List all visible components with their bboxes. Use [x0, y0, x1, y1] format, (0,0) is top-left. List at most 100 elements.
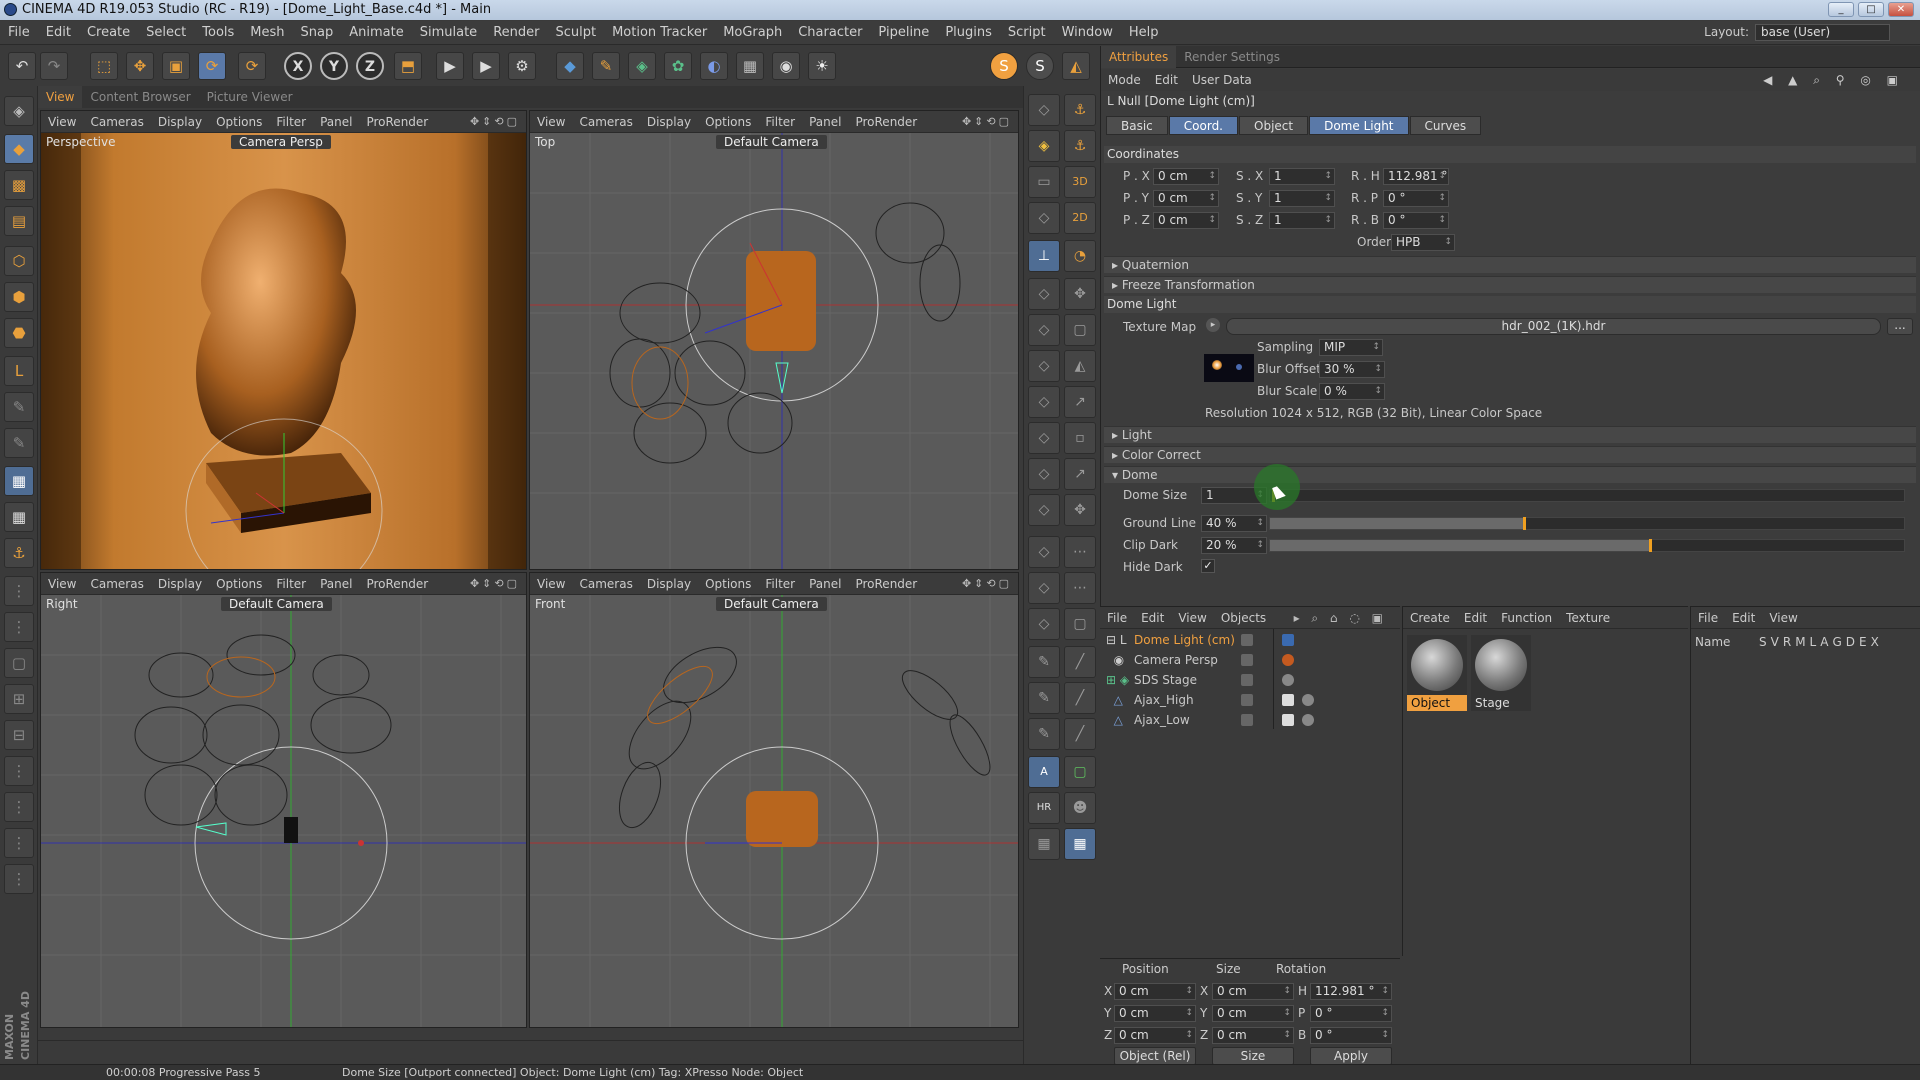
text-a-icon[interactable]: A [1028, 756, 1060, 788]
material-object[interactable]: Object [1407, 635, 1467, 711]
layer-col-s[interactable]: S [1759, 635, 1767, 649]
vp-menu-cameras[interactable]: Cameras [83, 573, 150, 595]
obj-menu-objects[interactable]: Objects [1214, 607, 1273, 629]
viewport-perspective[interactable]: View Cameras Display Options Filter Panel ProR… [40, 110, 527, 570]
sculpt-brush-icon[interactable]: ✎ [4, 428, 34, 458]
texture-arrow-icon[interactable]: ▸ [1206, 318, 1220, 332]
tab-attributes[interactable]: Attributes [1101, 46, 1177, 68]
menu-snap[interactable]: Snap [293, 21, 342, 45]
texture-browse-button[interactable]: ... [1887, 318, 1913, 335]
tool-icon-b[interactable]: ⊟ [4, 720, 34, 750]
cube-i-icon[interactable]: ◇ [1028, 572, 1060, 604]
coord-pos-x-field[interactable]: 0 cm [1114, 983, 1196, 1000]
mat-menu-function[interactable]: Function [1494, 607, 1559, 629]
tool-l-icon[interactable]: ▢ [1064, 608, 1096, 640]
cube-g-icon[interactable]: ◇ [1028, 494, 1060, 526]
menu-tools[interactable]: Tools [194, 21, 242, 45]
mat-menu-create[interactable]: Create [1403, 607, 1457, 629]
cube-j-icon[interactable]: ◇ [1028, 608, 1060, 640]
pen-icon[interactable]: ✎ [592, 52, 620, 80]
paint-icon[interactable]: ▭ [1028, 166, 1060, 198]
workplane-mode-icon[interactable]: ▤ [4, 206, 34, 236]
layer-col-g[interactable]: G [1832, 635, 1841, 649]
ground-line-field[interactable]: 40 % [1201, 515, 1267, 532]
grid-icon-2[interactable]: ⋮ [4, 612, 34, 642]
recent-tool-icon[interactable]: ⟳ [238, 52, 266, 80]
coord-size-x-field[interactable]: 0 cm [1212, 983, 1294, 1000]
quaternion-group[interactable]: ▸ Quaternion [1104, 256, 1916, 273]
attr-nav-icons[interactable]: ◀ ▲ ⌕ ⚲ ◎ ▣ [1756, 69, 1911, 91]
layer-col-v[interactable]: V [1771, 635, 1779, 649]
sketch-d-icon[interactable]: ╱ [1064, 682, 1096, 714]
vp-menu-options[interactable]: Options [209, 573, 269, 595]
xpresso-tag-icon[interactable] [1282, 634, 1294, 646]
cube-icon[interactable]: ◆ [556, 52, 584, 80]
menu-simulate[interactable]: Simulate [412, 21, 485, 45]
tool-j-icon[interactable]: ⋯ [1064, 536, 1096, 568]
viewport-camera[interactable]: Default Camera [716, 597, 827, 611]
tool-icon-e[interactable]: ⋮ [4, 828, 34, 858]
coordinate-system-icon[interactable]: ⬒ [394, 52, 422, 80]
vp-menu-panel[interactable]: Panel [313, 111, 359, 133]
object-row-ajax-high[interactable]: △ Ajax_High [1106, 691, 1396, 710]
vp-menu-cameras[interactable]: Cameras [572, 573, 639, 595]
visibility-icon[interactable] [1241, 654, 1253, 666]
coord-pos-z-field[interactable]: 0 cm [1114, 1027, 1196, 1044]
locked-workplane-icon[interactable]: ▦ [4, 502, 34, 532]
dome-size-slider[interactable] [1269, 489, 1905, 502]
mat-menu-texture[interactable]: Texture [1559, 607, 1617, 629]
vp-menu-prorender[interactable]: ProRender [848, 573, 924, 595]
layer-col-r[interactable]: R [1783, 635, 1791, 649]
undo-icon[interactable]: ↶ [8, 52, 36, 80]
vp-menu-panel[interactable]: Panel [802, 111, 848, 133]
menu-script[interactable]: Script [1000, 21, 1054, 45]
clip-dark-slider[interactable] [1269, 539, 1905, 552]
material-tag-icon[interactable] [1282, 674, 1294, 686]
view-icon[interactable]: ◇ [1028, 202, 1060, 234]
layout-dropdown[interactable]: base (User) [1755, 24, 1890, 41]
hide-dark-checkbox[interactable]: ✓ [1201, 559, 1215, 573]
menu-character[interactable]: Character [790, 21, 870, 45]
x-axis-lock-icon[interactable]: X [284, 52, 312, 80]
heads-icon[interactable]: ☻ [1064, 792, 1096, 824]
3d-snap-icon[interactable]: 3D [1064, 166, 1096, 198]
obj-menu-edit[interactable]: Edit [1134, 607, 1171, 629]
vp-menu-display[interactable]: Display [151, 111, 209, 133]
vp-menu-prorender[interactable]: ProRender [359, 573, 435, 595]
object-row-ajax-low[interactable]: △ Ajax_Low [1106, 711, 1396, 730]
redo-icon[interactable]: ↷ [40, 52, 68, 80]
coord-mode-dropdown[interactable]: Object (Rel) [1114, 1047, 1196, 1065]
blur-offset-field[interactable]: 30 % [1319, 361, 1385, 378]
vp-menu-panel[interactable]: Panel [313, 573, 359, 595]
subdivision-icon[interactable]: ◈ [628, 52, 656, 80]
cube-h-icon[interactable]: ◇ [1028, 536, 1060, 568]
vp-menu-view[interactable]: View [530, 573, 572, 595]
material-cube-icon[interactable]: ◈ [1028, 130, 1060, 162]
visibility-icon[interactable] [1241, 714, 1253, 726]
object-row-dome-light[interactable]: ⊟ L Dome Light (cm) [1106, 631, 1396, 650]
visibility-icon[interactable] [1241, 674, 1253, 686]
attr-menu-edit[interactable]: Edit [1148, 69, 1185, 91]
polygons-mode-icon[interactable]: ⬣ [4, 318, 34, 348]
edges-mode-icon[interactable]: ⬢ [4, 282, 34, 312]
frame-icon[interactable]: ▢ [4, 648, 34, 678]
tab-content-browser[interactable]: Content Browser [82, 86, 198, 108]
sketch-e-icon[interactable]: ✎ [1028, 718, 1060, 750]
sketch-b-icon[interactable]: ╱ [1064, 646, 1096, 678]
protection-tag-icon[interactable] [1282, 654, 1294, 666]
tool-a-icon[interactable]: ⚓ [1064, 94, 1096, 126]
tool-f-icon[interactable]: ↗ [1064, 386, 1096, 418]
order-dropdown[interactable]: HPB [1391, 234, 1455, 251]
freeze-transformation-group[interactable]: ▸ Freeze Transformation [1104, 276, 1916, 293]
sketch-a-icon[interactable]: ✎ [1028, 646, 1060, 678]
pos-z-field[interactable]: 0 cm [1153, 212, 1219, 229]
menu-window[interactable]: Window [1054, 21, 1121, 45]
menu-help[interactable]: Help [1121, 21, 1167, 45]
move-icon[interactable]: ✥ [126, 52, 154, 80]
sketch-c-icon[interactable]: ✎ [1028, 682, 1060, 714]
material-tag-icon[interactable] [1302, 694, 1314, 706]
texture-tag-icon[interactable] [1282, 694, 1294, 706]
vp-menu-filter[interactable]: Filter [269, 111, 313, 133]
menu-select[interactable]: Select [138, 21, 194, 45]
viewport-camera[interactable]: Camera Persp [231, 135, 331, 149]
